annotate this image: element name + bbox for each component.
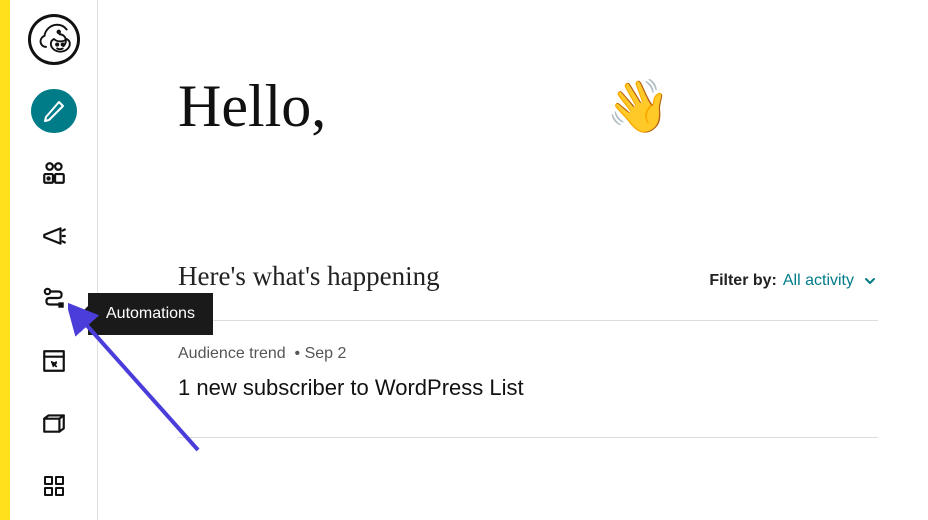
- freddie-logo-icon: [35, 20, 73, 58]
- activity-date: Sep 2: [305, 345, 347, 362]
- nav-automations[interactable]: [31, 276, 77, 321]
- filter-dropdown[interactable]: All activity: [783, 272, 878, 290]
- activity-category: Audience trend: [178, 345, 286, 362]
- automations-icon: [41, 285, 67, 311]
- wave-emoji: 👋: [606, 81, 671, 133]
- activity-item[interactable]: Audience trend • Sep 2 1 new subscriber …: [178, 345, 878, 401]
- nav-campaigns[interactable]: [31, 214, 77, 259]
- sidebar: [10, 0, 98, 520]
- nav-create[interactable]: [31, 89, 77, 134]
- brand-logo[interactable]: [28, 14, 80, 65]
- grid-icon: [42, 474, 66, 498]
- divider: [178, 437, 878, 438]
- filter-label: Filter by:: [709, 272, 777, 290]
- activity-filter: Filter by: All activity: [709, 272, 878, 290]
- activity-meta: Audience trend • Sep 2: [178, 345, 878, 363]
- happening-heading: Here's what's happening: [178, 261, 440, 292]
- chevron-down-icon: [862, 273, 878, 289]
- divider: [178, 320, 878, 321]
- pencil-icon: [42, 99, 66, 123]
- accent-strip: [0, 0, 10, 520]
- audience-icon: [41, 160, 67, 186]
- activity-title: 1 new subscriber to WordPress List: [178, 375, 878, 401]
- content-studio-icon: [41, 410, 67, 436]
- filter-value-text: All activity: [783, 272, 854, 290]
- nav-website[interactable]: [31, 339, 77, 384]
- nav-audience[interactable]: [31, 151, 77, 196]
- main-content: Hello, 👋 Here's what's happening Filter …: [178, 0, 928, 438]
- nav-content[interactable]: [31, 401, 77, 446]
- meta-separator: •: [295, 345, 301, 362]
- megaphone-icon: [41, 223, 67, 249]
- greeting-text: Hello,: [178, 72, 326, 141]
- happening-row: Here's what's happening Filter by: All a…: [178, 261, 878, 292]
- greeting-row: Hello, 👋: [178, 72, 878, 141]
- website-icon: [41, 348, 67, 374]
- tooltip-label: Automations: [106, 305, 195, 322]
- nav-integrations[interactable]: [31, 464, 77, 509]
- nav-tooltip: Automations: [88, 293, 213, 335]
